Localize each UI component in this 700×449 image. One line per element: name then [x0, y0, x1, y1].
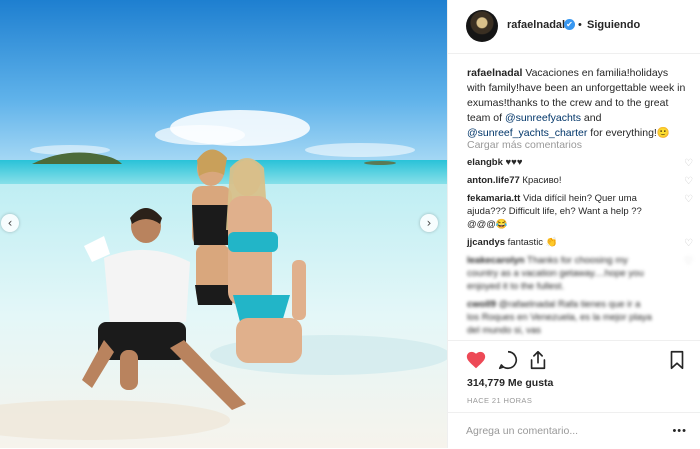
likes-count[interactable]: 314,779 Me gusta	[467, 377, 553, 389]
comment-body: cwoll9 @rafaelnadal Rafa tienes que ir a…	[467, 298, 655, 337]
like-comment-heart-icon[interactable]: ♡	[684, 193, 693, 206]
header-separator: •	[578, 19, 582, 31]
comment-username-link[interactable]: fekamaria.tt	[467, 193, 520, 204]
comment-item: jjcandys fantastic 👏 ♡	[467, 236, 693, 249]
comment-body: fekamaria.tt Vida difícil hein? Quer uma…	[467, 192, 655, 231]
following-button[interactable]: Siguiendo	[587, 19, 640, 31]
chevron-left-icon: ‹	[7, 216, 13, 230]
next-photo-button[interactable]: ›	[420, 214, 438, 232]
caption-username-link[interactable]: rafaelnadal	[467, 67, 522, 79]
comment-username-link[interactable]: elangbk	[467, 157, 503, 168]
add-comment-section: •••	[448, 412, 700, 449]
comment-text: ♥♥♥	[502, 157, 523, 168]
comment-username-link[interactable]: leakecarolyn	[467, 255, 525, 266]
like-comment-heart-icon[interactable]: ♡	[684, 255, 693, 268]
like-comment-heart-icon[interactable]: ♡	[684, 237, 693, 250]
post-caption: rafaelnadal Vacaciones en familia!holida…	[467, 66, 689, 141]
load-more-comments-link[interactable]: Cargar más comentarios	[467, 139, 582, 151]
more-options-icon[interactable]: •••	[672, 425, 687, 437]
avatar[interactable]	[466, 10, 498, 42]
comment-item: cwoll9 @rafaelnadal Rafa tienes que ir a…	[467, 298, 693, 337]
comment-username-link[interactable]: cwoll9	[467, 299, 496, 310]
bookmark-icon[interactable]	[666, 349, 688, 371]
comment-input[interactable]	[466, 423, 656, 439]
comment-body: jjcandys fantastic 👏	[467, 236, 655, 249]
comment-username-link[interactable]: anton.life77	[467, 175, 520, 186]
comment-text: Красиво!	[519, 175, 562, 186]
share-icon[interactable]	[527, 349, 549, 371]
caption-text: and	[580, 112, 602, 124]
post-photo: ‹ ›	[0, 0, 447, 448]
comment-item: anton.life77 Красиво! ♡	[467, 174, 693, 187]
comment-username-link[interactable]: jjcandys	[467, 237, 505, 248]
comment-item: elangbk ♥♥♥ ♡	[467, 156, 693, 169]
post-sidebar: rafaelnadal ✔ • Siguiendo rafaelnadal Va…	[447, 0, 700, 448]
post-actions: 314,779 Me gusta HACE 21 HORAS •••	[448, 340, 700, 448]
comment-body: anton.life77 Красиво!	[467, 174, 655, 187]
comment-bubble-icon[interactable]	[497, 349, 519, 371]
post-header: rafaelnadal ✔ • Siguiendo	[448, 0, 700, 54]
chevron-right-icon: ›	[426, 216, 432, 230]
comment-body: elangbk ♥♥♥	[467, 156, 655, 169]
post-timestamp: HACE 21 HORAS	[467, 396, 533, 405]
caption-text: for everything!🙂	[587, 127, 670, 139]
comment-item: leakecarolyn Thanks for choosing my coun…	[467, 254, 693, 293]
mention-link[interactable]: @sunreefyachts	[505, 112, 581, 124]
comment-body: leakecarolyn Thanks for choosing my coun…	[467, 254, 655, 293]
verified-badge-icon: ✔	[564, 19, 575, 30]
previous-photo-button[interactable]: ‹	[1, 214, 19, 232]
like-comment-heart-icon[interactable]: ♡	[684, 157, 693, 170]
comment-text: fantastic 👏	[505, 237, 558, 248]
like-heart-icon[interactable]	[465, 349, 487, 371]
header-username-link[interactable]: rafaelnadal	[507, 19, 565, 31]
mention-link[interactable]: @sunreef_yachts_charter	[467, 127, 587, 139]
comment-item: fekamaria.tt Vida difícil hein? Quer uma…	[467, 192, 693, 231]
beach-photo-illustration	[0, 0, 447, 448]
like-comment-heart-icon[interactable]: ♡	[684, 175, 693, 188]
instagram-post-view: ‹ › rafaelnadal ✔ • Siguiendo rafaelnada…	[0, 0, 700, 448]
